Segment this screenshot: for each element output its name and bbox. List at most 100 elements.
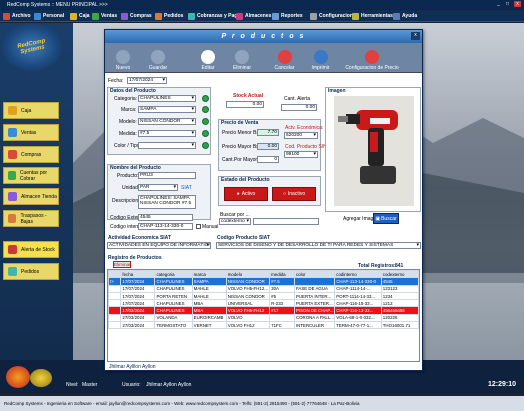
- table-cell: CHAP-113-14-330-0: [334, 277, 382, 286]
- table-cell: [108, 284, 122, 293]
- column-header[interactable]: codinterno: [334, 270, 382, 279]
- table-cell: EUROIRCAMB: [191, 313, 227, 323]
- unidad-select[interactable]: PAR: [138, 184, 178, 191]
- minimize-icon[interactable]: _: [495, 1, 502, 7]
- table-cell: #17: [269, 306, 295, 315]
- menu-herramientas[interactable]: Herramientas: [352, 12, 393, 20]
- descripcion-input[interactable]: CHAPULINES: SAMPA NISSAN CONDOR #7.5: [138, 195, 196, 209]
- sidebar-compras[interactable]: Compras: [3, 146, 59, 163]
- table-row[interactable]: 17/07/2024 PORTA RETEN MAHLE NISSAN CONDOR #…: [108, 291, 419, 301]
- add-categoria-icon[interactable]: [202, 95, 209, 102]
- eliminar-row-button[interactable]: Eliminar: [113, 261, 131, 268]
- cod-siat-desc-select[interactable]: SERVICIOS DE DISEÑO Y DE DESARROLLO DE T…: [216, 242, 421, 249]
- buscar-select[interactable]: codexterno: [219, 218, 251, 225]
- add-color-icon[interactable]: [202, 142, 209, 149]
- menu-compras[interactable]: Compras: [121, 12, 152, 20]
- table-cell: [108, 306, 122, 315]
- menu-personal[interactable]: Personal: [34, 12, 64, 20]
- activo-radio[interactable]: ● Activo: [224, 187, 268, 201]
- table-cell: 4545: [380, 277, 419, 286]
- categoria-select[interactable]: CHAPULINES: [138, 95, 196, 102]
- menu-pedidos[interactable]: Pedidos: [155, 12, 183, 20]
- column-header[interactable]: [108, 270, 122, 279]
- color-label: Color / Tipo:: [114, 143, 141, 149]
- sidebar-icon: [8, 267, 17, 276]
- cod-interno-input[interactable]: CHAP-113-14-330-0: [138, 223, 193, 230]
- sidebar-alerta-de-stock[interactable]: Alerta de Stock: [3, 241, 59, 258]
- table-row[interactable]: 17/03/2024 CHAPULINES MBA VOLVO FH5-FH12 #17…: [108, 306, 419, 315]
- estado-title: Estado del Producto: [221, 177, 270, 183]
- table-row[interactable]: 27/03/2024 TERMOSTATO VERNET VOLVO FH12 71FC…: [108, 321, 419, 330]
- column-header[interactable]: color: [293, 270, 336, 279]
- sidebar-pedidos[interactable]: Pedidos: [3, 263, 59, 280]
- table-cell: 17/07/2024: [120, 284, 156, 293]
- sidebar-caja[interactable]: Caja: [3, 102, 59, 119]
- sidebar-ventas[interactable]: Ventas: [3, 124, 59, 141]
- menu-cobranzas-y-pagos[interactable]: Cobranzas y Pagos: [188, 12, 243, 20]
- toolbar-editar-button[interactable]: Editar: [197, 45, 219, 71]
- add-medida-icon[interactable]: [202, 130, 209, 137]
- toolbar-cancelar-button[interactable]: Cancelar: [272, 45, 297, 71]
- menu-ventas[interactable]: Ventas: [92, 12, 117, 20]
- act-siat-select[interactable]: ACTIVIDADES EN EQUIPO DE INFORMÁTICA: [107, 242, 211, 249]
- buscar-input[interactable]: [253, 218, 319, 225]
- cod-siat-select[interactable]: 99100: [284, 151, 318, 158]
- toolbar-guardar-button[interactable]: Guardar: [143, 45, 173, 71]
- color-select[interactable]: [138, 142, 196, 149]
- table-cell: CORONA A PALL...: [293, 313, 336, 323]
- table-row[interactable]: 17/07/2024 CHAPULINES MAHLE VOLVO FH5-FH12.…: [108, 284, 419, 293]
- cant-mayor-input[interactable]: 0: [257, 156, 279, 163]
- menu-ayuda[interactable]: Ayuda: [393, 12, 417, 20]
- cant-alerta-input[interactable]: 0.00: [281, 104, 317, 111]
- act-eco-select[interactable]: 620200: [284, 132, 318, 139]
- sidebar-cuentas-por-cobrar[interactable]: Cuentas por Cobrar: [3, 167, 59, 184]
- modelo-select[interactable]: NISSAN CONDOR: [138, 118, 196, 125]
- marca-select[interactable]: SAMPA: [138, 106, 196, 113]
- menu-icon: [393, 12, 400, 20]
- sidebar-almacen-tienda[interactable]: Almacen Tienda: [3, 188, 59, 205]
- table-cell: CHAPULINES: [154, 299, 193, 308]
- app-logo: RedComp Systems: [2, 23, 62, 71]
- table-row[interactable]: 17/07/2024 CHAPULINES MBA UNIVERSAL R-233 PUE…: [108, 299, 419, 308]
- table-cell: PORT-1114-14-33...: [334, 291, 382, 301]
- medida-select[interactable]: #7.5: [138, 130, 196, 137]
- column-header[interactable]: modelo: [225, 270, 271, 279]
- column-header[interactable]: fecha: [120, 270, 156, 279]
- producto-input[interactable]: PRU3: [138, 172, 196, 179]
- column-header[interactable]: medida: [269, 270, 295, 279]
- toolbar-imprimir-button[interactable]: Imprimir: [308, 45, 333, 71]
- fecha-field[interactable]: 17/07/2024: [127, 77, 167, 84]
- manual-checkbox[interactable]: [196, 224, 201, 229]
- menu-almacenes[interactable]: Almacenes: [236, 12, 271, 20]
- add-marca-icon[interactable]: [202, 106, 209, 113]
- column-header[interactable]: marca: [191, 270, 227, 279]
- table-cell: VERNET: [191, 321, 227, 330]
- column-header[interactable]: codexterno: [380, 270, 419, 279]
- table-row[interactable]: 27/03/2024 VOLANDA EUROIRCAMB VOLVO CORONA A…: [108, 313, 419, 323]
- precio-menor-input[interactable]: 7.70: [257, 129, 279, 136]
- menu-caja[interactable]: Caja: [70, 12, 90, 20]
- toolbar-configuracion-de-precio-button[interactable]: Configuracion de Precio: [337, 45, 407, 71]
- sidebar-traspasos---bajas[interactable]: Traspasos - Bajas: [3, 210, 59, 227]
- close-icon[interactable]: x: [514, 1, 521, 7]
- table-cell: VOLVO FH5-FH12: [225, 306, 271, 315]
- buscar-imagen-button[interactable]: ▣ Buscar: [373, 213, 399, 224]
- table-cell: SAMPA: [191, 277, 227, 286]
- cod-externo-input[interactable]: 4545: [138, 214, 193, 221]
- medida-label: Medida:: [119, 131, 137, 137]
- menu-reportes[interactable]: Reportes: [272, 12, 303, 20]
- column-header[interactable]: categoria: [154, 270, 193, 279]
- toolbar-nuevo-button[interactable]: Nuevo: [108, 45, 138, 71]
- table-cell: MBA: [191, 306, 227, 315]
- toolbar-eliminar-button[interactable]: Eliminar: [227, 45, 257, 71]
- nombre-panel: Nombre del Producto Producto: PRU3 Unida…: [107, 164, 211, 220]
- add-modelo-icon[interactable]: [202, 118, 209, 125]
- menu-archivo[interactable]: Archivo: [3, 12, 31, 20]
- window-close-icon[interactable]: x: [411, 32, 420, 40]
- menu-configuracion[interactable]: Configuracion: [310, 12, 353, 20]
- inactivo-radio[interactable]: ○ Inactivo: [272, 187, 316, 201]
- sidebar-icon: [8, 192, 17, 201]
- precio-mayor-input[interactable]: 0.00: [257, 143, 279, 150]
- maximize-icon[interactable]: □: [504, 1, 511, 7]
- table-row[interactable]: I> 17/07/2024 CHAPULINES SAMPA NISSAN CONDOR…: [108, 277, 419, 286]
